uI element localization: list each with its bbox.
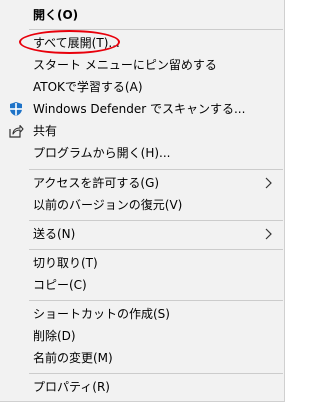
menu-separator: [29, 220, 283, 221]
menu-separator: [29, 249, 283, 250]
menu-item-give-access-label: アクセスを許可する(G): [33, 176, 160, 190]
menu-item-create-shortcut[interactable]: ショートカットの作成(S): [0, 303, 284, 325]
menu-item-delete[interactable]: 削除(D): [0, 325, 284, 347]
menu-item-send-to[interactable]: 送る(N): [0, 223, 284, 245]
menu-item-open-label: 開く(O): [33, 8, 79, 22]
menu-item-send-to-label: 送る(N): [33, 227, 76, 241]
menu-item-share-label: 共有: [33, 124, 58, 138]
menu-item-properties-label: プロパティ(R): [33, 380, 110, 394]
windows-defender-shield-icon: [8, 101, 24, 117]
share-icon: [8, 123, 24, 139]
menu-item-give-access[interactable]: アクセスを許可する(G): [0, 172, 284, 194]
menu-item-atok-learn[interactable]: ATOKで学習する(A): [0, 76, 284, 98]
menu-separator: [29, 29, 283, 30]
menu-item-rename-label: 名前の変更(M): [33, 351, 113, 365]
menu-item-atok-learn-label: ATOKで学習する(A): [33, 80, 143, 94]
menu-item-share[interactable]: 共有: [0, 120, 284, 142]
menu-item-open-with[interactable]: プログラムから開く(H)...: [0, 142, 284, 164]
menu-item-defender-scan-label: Windows Defender でスキャンする...: [33, 102, 246, 116]
menu-item-defender-scan[interactable]: Windows Defender でスキャンする...: [0, 98, 284, 120]
chevron-right-icon: [265, 228, 272, 240]
menu-separator: [29, 300, 283, 301]
menu-item-pin-to-start-label: スタート メニューにピン留めする: [33, 58, 217, 72]
menu-item-create-shortcut-label: ショートカットの作成(S): [33, 307, 170, 321]
menu-item-restore-previous[interactable]: 以前のバージョンの復元(V): [0, 194, 284, 216]
menu-item-open-with-label: プログラムから開く(H)...: [33, 146, 171, 160]
menu-item-cut-label: 切り取り(T): [33, 256, 98, 270]
context-menu: 開く(O) すべて展開(T)... スタート メニューにピン留めする ATOKで…: [0, 0, 285, 402]
menu-item-extract-all-label: すべて展開(T)...: [33, 36, 120, 50]
menu-item-cut[interactable]: 切り取り(T): [0, 252, 284, 274]
chevron-right-icon: [265, 177, 272, 189]
menu-item-copy-label: コピー(C): [33, 278, 87, 292]
menu-item-extract-all[interactable]: すべて展開(T)...: [0, 32, 284, 54]
menu-item-pin-to-start[interactable]: スタート メニューにピン留めする: [0, 54, 284, 76]
menu-separator: [29, 373, 283, 374]
menu-item-open[interactable]: 開く(O): [0, 4, 284, 26]
menu-item-restore-previous-label: 以前のバージョンの復元(V): [33, 198, 183, 212]
menu-item-rename[interactable]: 名前の変更(M): [0, 347, 284, 369]
menu-separator: [29, 169, 283, 170]
menu-item-copy[interactable]: コピー(C): [0, 274, 284, 296]
menu-item-delete-label: 削除(D): [33, 329, 76, 343]
menu-item-properties[interactable]: プロパティ(R): [0, 376, 284, 398]
